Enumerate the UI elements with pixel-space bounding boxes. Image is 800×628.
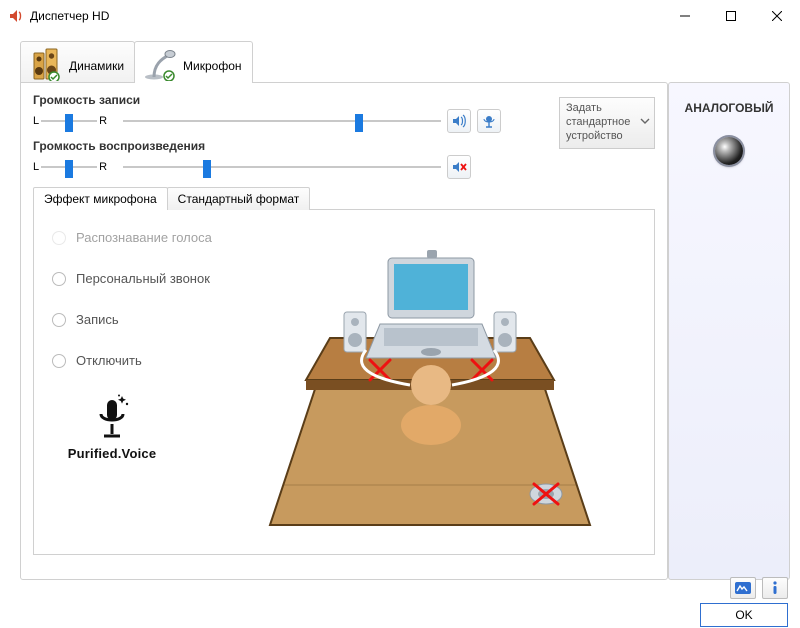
speaker-waves-icon [451, 113, 467, 129]
subtab-label: Эффект микрофона [44, 192, 157, 206]
mic-boost-icon [481, 113, 497, 129]
radio-label: Персональный звонок [76, 271, 210, 286]
recording-balance-slider[interactable]: L R [33, 113, 117, 129]
tab-speakers[interactable]: Динамики [20, 41, 135, 83]
microphone-icon [143, 47, 177, 81]
tab-microphone-label: Микрофон [183, 59, 241, 81]
radio-record[interactable]: Запись [52, 312, 252, 327]
purified-voice-brand: Purified.Voice [52, 394, 172, 461]
radio-personal-call[interactable]: Персональный звонок [52, 271, 252, 286]
radio-icon [52, 354, 66, 368]
subtab-default-format[interactable]: Стандартный формат [167, 187, 311, 210]
title-bar: Диспетчер HD [0, 0, 800, 32]
radio-icon [52, 313, 66, 327]
tab-speakers-label: Динамики [69, 59, 124, 81]
chevron-down-icon [640, 116, 650, 131]
radio-label: Запись [76, 312, 119, 327]
purified-voice-mic-icon [90, 394, 134, 442]
sub-tabs: Эффект микрофона Стандартный формат [33, 187, 655, 210]
client-area: Динамики Микрофон Задать стандартное уст… [0, 32, 800, 572]
brand-logo-button[interactable] [730, 577, 756, 599]
analog-jack[interactable] [715, 137, 743, 165]
info-icon [769, 581, 781, 595]
speaker-app-icon [8, 8, 24, 24]
balance-left-label: L [33, 161, 39, 173]
window-controls [662, 0, 800, 32]
mic-effect-panel: Распознавание голоса Персональный звонок… [33, 209, 655, 555]
info-button[interactable] [762, 577, 788, 599]
effect-radio-list: Распознавание голоса Персональный звонок… [52, 230, 252, 544]
subtab-mic-effect[interactable]: Эффект микрофона [33, 187, 168, 210]
ok-button[interactable]: OK [700, 603, 788, 627]
ok-label: OK [735, 608, 752, 622]
close-button[interactable] [754, 0, 800, 32]
desk-scene-illustration [260, 230, 600, 534]
recording-mic-boost-button[interactable] [477, 109, 501, 133]
radio-voice-recognition[interactable]: Распознавание голоса [52, 230, 252, 245]
analog-title: АНАЛОГОВЫЙ [669, 101, 789, 115]
playback-level-slider[interactable] [123, 159, 441, 175]
brand-name: Purified.Voice [52, 446, 172, 461]
balance-right-label: R [99, 161, 107, 173]
playback-balance-slider[interactable]: L R [33, 159, 117, 175]
radio-disable[interactable]: Отключить [52, 353, 252, 368]
main-panel: Задать стандартное устройство Громкость … [20, 82, 668, 580]
radio-label: Распознавание голоса [76, 230, 212, 245]
brand-logo-icon [735, 582, 751, 594]
minimize-button[interactable] [662, 0, 708, 32]
recording-level-slider[interactable] [123, 113, 441, 129]
balance-right-label: R [99, 115, 107, 127]
playback-mute-button[interactable] [447, 155, 471, 179]
default-device-label: Задать стандартное устройство [566, 102, 630, 142]
speaker-muted-icon [451, 159, 467, 175]
default-device-button[interactable]: Задать стандартное устройство [559, 97, 655, 149]
balance-left-label: L [33, 115, 39, 127]
speakers-icon [29, 47, 63, 81]
radio-label: Отключить [76, 353, 142, 368]
radio-icon [52, 272, 66, 286]
maximize-button[interactable] [708, 0, 754, 32]
recording-volume-icon-button[interactable] [447, 109, 471, 133]
subtab-label: Стандартный формат [178, 192, 300, 206]
device-tabs: Динамики Микрофон [20, 41, 668, 83]
radio-icon [52, 231, 66, 245]
window-title: Диспетчер HD [30, 9, 662, 23]
analog-panel: АНАЛОГОВЫЙ [668, 82, 790, 580]
tab-microphone[interactable]: Микрофон [134, 41, 252, 83]
